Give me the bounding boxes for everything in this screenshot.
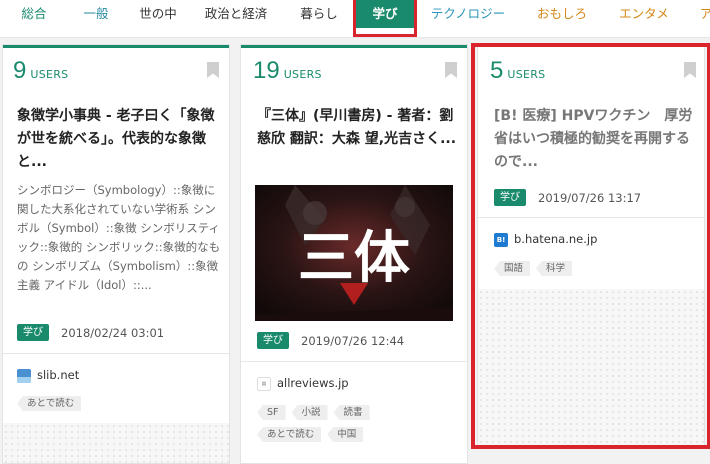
entry-summary: シンボロジー（Symbology）::象徴に関した大系化されていない学術系 シン…	[17, 183, 221, 292]
tab-omoshiro[interactable]: おもしろ	[530, 0, 594, 28]
entry-domain[interactable]: ▦ allreviews.jp	[257, 375, 349, 391]
entry-thumbnail[interactable]: 三体	[255, 185, 453, 321]
entry-date: 2019/07/26 12:44	[301, 333, 405, 348]
card-top-bar	[241, 45, 467, 48]
category-nav: 総合 一般 世の中 政治と経済 暮らし 学び テクノロジー おもしろ エンタメ …	[0, 0, 710, 38]
users-number: 19	[253, 57, 280, 84]
tab-sougou[interactable]: 総合	[10, 0, 58, 28]
highlight-frame	[471, 43, 710, 449]
tag-list: あとで読む	[17, 393, 87, 412]
entry-title[interactable]: 『三体』(早川書房) - 著者：劉 慈欣 翻訳：大森 望,光吉さく...	[257, 105, 461, 151]
tag[interactable]: あとで読む	[17, 396, 82, 411]
bookmark-icon[interactable]	[207, 62, 219, 78]
card-divider	[241, 361, 467, 362]
tab-kurashi[interactable]: 暮らし	[292, 0, 346, 28]
tab-ippan[interactable]: 一般	[72, 0, 120, 28]
tag[interactable]: SF	[257, 405, 286, 420]
users-number: 9	[13, 57, 27, 84]
tag[interactable]: 読書	[333, 405, 370, 420]
tag[interactable]: あとで読む	[257, 427, 322, 442]
domain-text: allreviews.jp	[277, 376, 349, 390]
entry-title[interactable]: 象徴学小事典 - 老子曰く「象徴が世を統べる」。代表的な象徴と...	[17, 105, 223, 174]
thumbnail-title: 三体	[298, 225, 410, 291]
active-tab-highlight	[353, 0, 417, 37]
entry-meta: 学び 2019/07/26 12:44	[257, 330, 405, 349]
tag[interactable]: 小説	[291, 405, 328, 420]
entry-card[interactable]: 19 USERS 『三体』(早川書房) - 著者：劉 慈欣 翻訳：大森 望,光吉さ…	[240, 44, 468, 464]
site-favicon-icon	[17, 368, 31, 383]
tab-technology[interactable]: テクノロジー	[426, 0, 510, 28]
users-label: USERS	[283, 68, 322, 81]
tab-anime[interactable]: ア	[694, 0, 710, 28]
category-badge[interactable]: 学び	[17, 324, 49, 341]
entry-domain[interactable]: slib.net	[17, 367, 79, 383]
card-divider	[3, 353, 229, 354]
thumbnail-image: 三体	[255, 185, 453, 321]
card-top-bar	[3, 45, 229, 48]
entry-date: 2018/02/24 03:01	[61, 325, 165, 340]
tab-seiji-keizai[interactable]: 政治と経済	[196, 0, 276, 28]
users-count[interactable]: 19 USERS	[253, 57, 322, 85]
entry-card[interactable]: 9 USERS 象徴学小事典 - 老子曰く「象徴が世を統べる」。代表的な象徴と..…	[2, 44, 230, 464]
site-favicon-icon: ▦	[257, 376, 271, 391]
category-badge[interactable]: 学び	[257, 332, 289, 349]
users-count[interactable]: 9 USERS	[13, 57, 68, 85]
domain-text: slib.net	[37, 368, 80, 382]
tab-yononaka[interactable]: 世の中	[132, 0, 184, 28]
users-label: USERS	[30, 68, 69, 81]
bookmark-icon[interactable]	[445, 62, 457, 78]
tab-entame[interactable]: エンタメ	[612, 0, 676, 28]
entry-meta: 学び 2018/02/24 03:01	[17, 322, 165, 341]
tag[interactable]: 中国	[327, 427, 364, 442]
tag-list: SF 小説 読書 あとで読む 中国	[257, 401, 457, 445]
card-footer-pattern	[3, 423, 229, 463]
